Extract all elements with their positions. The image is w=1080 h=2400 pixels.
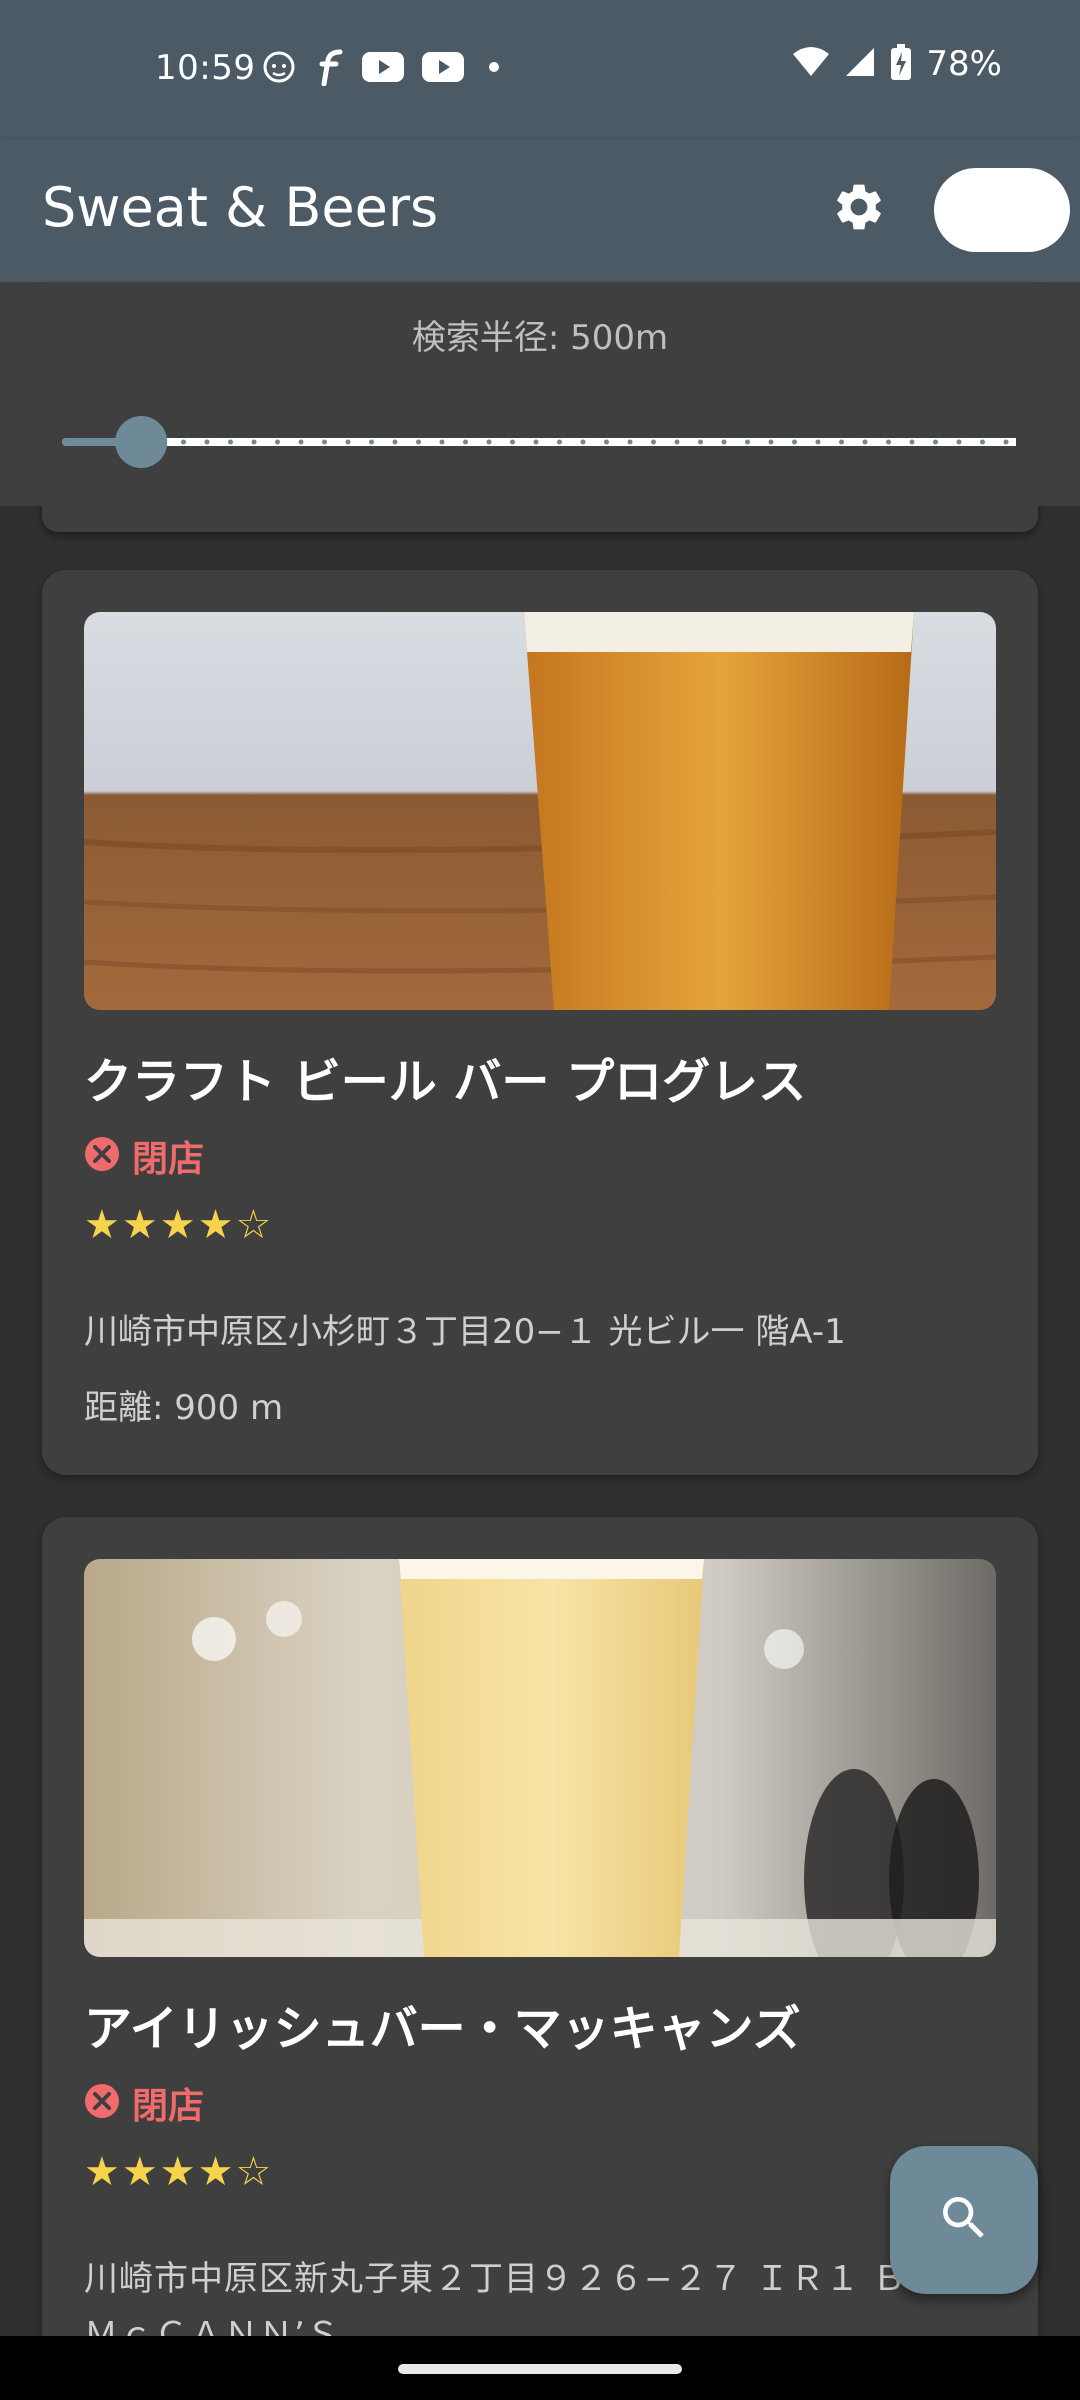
slider-tick — [651, 439, 656, 445]
slider-tick — [510, 439, 515, 445]
slider-tick — [698, 439, 703, 445]
slider-tick — [580, 439, 586, 445]
slider-tick — [862, 439, 868, 445]
slider-tick — [204, 439, 210, 445]
battery-charging-icon — [890, 44, 912, 84]
search-fab[interactable] — [890, 2146, 1038, 2294]
slider-tick — [1003, 439, 1009, 445]
home-handle[interactable] — [398, 2364, 682, 2374]
app-title: Sweat & Beers — [42, 176, 439, 239]
notification-icons — [262, 48, 506, 90]
slider-tick — [392, 439, 398, 445]
slider-tick — [322, 439, 327, 445]
slider-tick — [463, 439, 468, 445]
search-radius-slider[interactable] — [20, 412, 1016, 472]
slider-tick — [275, 439, 280, 445]
place-address: 川崎市中原区小杉町３丁目20−１ 光ビル一 階A-1 — [84, 1312, 846, 1352]
status-bar: 10:59 78% — [0, 0, 1080, 140]
slider-tick — [815, 439, 821, 445]
star-rating: ★★★★☆ — [84, 2149, 274, 2195]
place-card[interactable]: クラフト ビール バー プログレス 閉店 ★★★★☆ 川崎市中原区小杉町３丁目2… — [42, 570, 1038, 1475]
search-radius-label: 検索半径: 500m — [411, 318, 669, 358]
place-photo — [84, 1559, 996, 1957]
slider-tick — [933, 439, 938, 445]
slider-tick — [557, 439, 562, 445]
slider-tick — [251, 439, 257, 445]
slider-tick — [956, 439, 962, 445]
slider-tick — [228, 439, 233, 445]
slider-tick — [439, 439, 445, 445]
slider-tick — [298, 439, 304, 445]
slider-tick — [721, 439, 727, 445]
slider-ticks — [63, 439, 1009, 445]
slider-tick — [674, 439, 680, 445]
slider-tick — [486, 439, 492, 445]
slider-tick — [416, 439, 421, 445]
face-icon — [262, 50, 296, 88]
place-photo — [84, 612, 996, 1010]
search-icon — [936, 2190, 992, 2250]
slider-tick — [345, 439, 351, 445]
place-card[interactable]: アイリッシュバー・マッキャンズ 閉店 ★★★★☆ 川崎市中原区新丸子東２丁目９２… — [42, 1517, 1038, 2400]
navigation-bar — [0, 2336, 1080, 2400]
closed-icon — [84, 2083, 120, 2123]
battery-percent: 78% — [926, 44, 1002, 84]
slider-tick — [792, 439, 797, 445]
f-app-icon — [314, 48, 344, 90]
slider-tick — [627, 439, 633, 445]
dot-icon — [482, 52, 506, 86]
slider-tick — [768, 439, 774, 445]
slider-tick — [909, 439, 915, 445]
app-bar: Sweat & Beers — [0, 140, 1080, 282]
status-time: 10:59 — [155, 48, 256, 88]
slider-tick — [181, 439, 186, 445]
status-badge: 閉店 — [84, 1130, 204, 1182]
toggle-switch[interactable] — [934, 168, 1070, 252]
slider-thumb[interactable] — [115, 416, 168, 468]
slider-tick — [533, 439, 539, 445]
slider-tick — [839, 439, 844, 445]
signal-icon — [844, 46, 876, 82]
closed-icon — [84, 1136, 120, 1176]
star-rating: ★★★★☆ — [84, 1202, 274, 1248]
slider-tick — [745, 439, 750, 445]
youtube-icon — [362, 52, 404, 86]
place-name: クラフト ビール バー プログレス — [84, 1054, 807, 1110]
place-name: アイリッシュバー・マッキャンズ — [84, 2001, 801, 2057]
status-badge: 閉店 — [84, 2077, 204, 2129]
slider-tick — [604, 439, 609, 445]
gear-icon — [831, 179, 887, 239]
place-distance: 距離: 900 m — [84, 1388, 284, 1428]
settings-button[interactable] — [826, 176, 892, 242]
wifi-icon — [792, 46, 830, 82]
status-text: 閉店 — [132, 1139, 205, 1180]
status-text: 閉店 — [132, 2086, 205, 2127]
slider-tick — [369, 439, 374, 445]
youtube-icon — [422, 52, 464, 86]
slider-tick — [886, 439, 891, 445]
system-icons: 78% — [792, 44, 1002, 84]
slider-tick — [980, 439, 985, 445]
